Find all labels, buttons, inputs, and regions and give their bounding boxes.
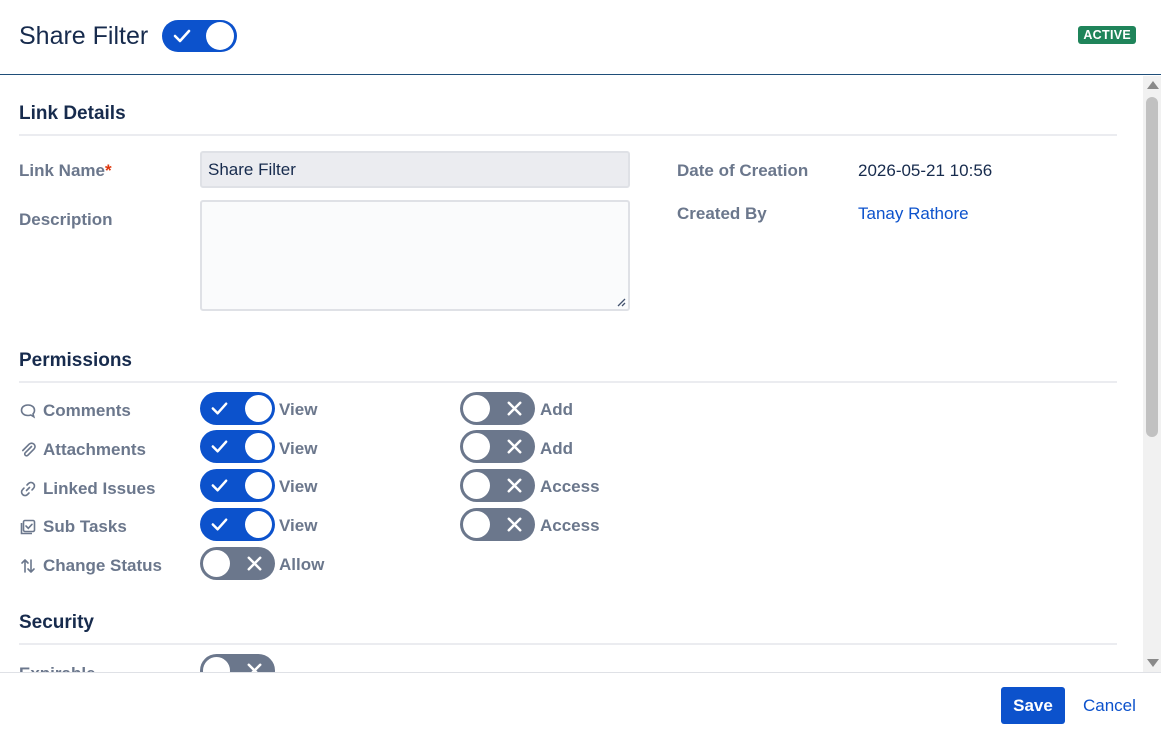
linked-issues-view-toggle[interactable] [200,469,275,502]
permission-label-linked-issues: Linked Issues [19,479,155,499]
attachments-view-toggle[interactable] [200,430,275,463]
permission-label-change-status: Change Status [19,556,162,576]
paperclip-icon [22,442,36,457]
section-divider [19,381,1117,383]
change-status-allow-toggle[interactable] [200,547,275,580]
permission-label-text: Change Status [43,556,163,575]
save-button[interactable]: Save [1001,687,1065,724]
check-icon [211,479,228,492]
comment-icon [20,404,36,419]
sub-tasks-access-label: Access [540,516,600,535]
permission-label-text: Comments [43,401,131,420]
transition-icon [21,559,35,573]
toggle-knob [463,433,490,460]
link-name-label: Link Name* [19,161,112,181]
comments-add-label: Add [540,400,574,419]
required-marker: * [104,161,112,180]
permission-label-comments: Comments [19,401,131,421]
sub-tasks-access-toggle[interactable] [460,508,535,541]
cancel-link[interactable]: Cancel [1083,696,1136,716]
linked-issues-access-label: Access [540,477,600,496]
toggle-knob [203,550,230,577]
sub-tasks-view-label: View [279,516,318,535]
page-title: Share Filter [19,22,149,50]
link-details-heading: Link Details [19,103,126,124]
toggle-knob [463,472,490,499]
toggle-knob [245,395,272,422]
enable-link-toggle[interactable] [162,20,237,52]
permission-label-text: Linked Issues [43,479,156,498]
section-divider [19,643,1117,645]
status-badge: ACTIVE [1078,26,1136,44]
check-icon [211,518,228,531]
created-by-link[interactable]: Tanay Rathore [858,204,969,224]
check-icon [211,440,228,453]
comments-view-toggle[interactable] [200,392,275,425]
linked-issues-view-label: View [279,477,318,496]
link-name-input[interactable]: Share Filter [200,151,630,188]
close-icon [507,517,522,532]
subtask-icon [20,519,36,535]
comments-view-label: View [279,400,318,419]
expirable-label: Expirable [19,664,96,672]
linked-issues-access-toggle[interactable] [460,469,535,502]
attachments-view-label: View [279,439,318,458]
permission-label-text: Sub Tasks [43,517,127,536]
permission-label-attachments: Attachments [19,440,146,460]
vertical-scrollbar[interactable] [1143,76,1161,672]
dialog-header: Share Filter ACTIVE [0,0,1161,75]
security-heading: Security [19,612,94,633]
scroll-down-arrow-icon[interactable] [1147,659,1159,667]
link-name-label-text: Link Name [19,161,105,180]
created-by-label: Created By [677,204,767,223]
description-textarea[interactable] [200,200,630,311]
toggle-knob [245,433,272,460]
dialog-body[interactable]: Link Details Link Name* Share Filter Des… [0,76,1143,672]
description-label: Description [19,210,113,229]
close-icon [507,478,522,493]
attachments-add-toggle[interactable] [460,430,535,463]
sub-tasks-view-toggle[interactable] [200,508,275,541]
scroll-up-arrow-icon[interactable] [1147,81,1159,89]
dialog-footer: Save Cancel [0,672,1161,730]
attachments-add-label: Add [540,439,574,458]
change-status-allow-label: Allow [279,555,325,574]
toggle-knob [245,472,272,499]
scrollbar-thumb[interactable] [1146,97,1158,437]
close-icon [247,663,262,672]
date-of-creation-label: Date of Creation [677,161,809,180]
permission-label-sub-tasks: Sub Tasks [19,517,127,537]
check-icon [211,402,228,415]
toggle-knob [463,511,490,538]
resize-handle-icon[interactable] [616,297,626,307]
close-icon [507,401,522,416]
permission-label-text: Attachments [43,440,146,459]
section-divider [19,134,1117,136]
comments-add-toggle[interactable] [460,392,535,425]
toggle-knob [245,511,272,538]
toggle-knob [203,657,230,672]
close-icon [507,439,522,454]
check-icon [173,29,191,43]
link-icon [20,481,36,497]
expirable-toggle[interactable] [200,654,275,672]
toggle-knob [206,22,234,50]
permissions-heading: Permissions [19,350,132,371]
toggle-knob [463,395,490,422]
date-of-creation-value: 2026-05-21 10:56 [858,161,993,180]
close-icon [247,556,262,571]
